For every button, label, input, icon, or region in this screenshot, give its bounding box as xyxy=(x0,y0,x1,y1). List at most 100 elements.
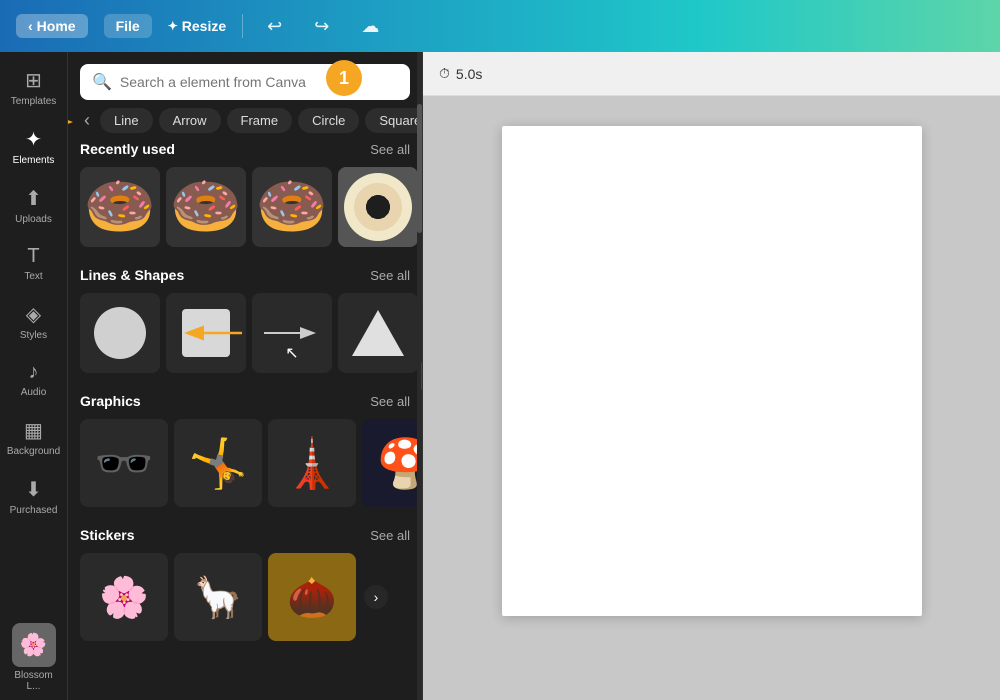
purchased-icon: ⬇ xyxy=(25,477,42,502)
chips-prev-button[interactable]: ‹ xyxy=(80,110,94,131)
sidebar-item-uploads[interactable]: ⬆ Uploads xyxy=(4,178,64,233)
sidebar-label-elements: Elements xyxy=(13,155,55,166)
canvas-page[interactable] xyxy=(502,126,922,616)
shape-circle[interactable] xyxy=(80,293,160,373)
uploads-icon: ⬆ xyxy=(25,186,42,211)
sticker-item-3[interactable]: 🌰 xyxy=(268,553,356,641)
cursor-icon: ↖ xyxy=(285,343,298,363)
shape-arrow[interactable]: ↖ xyxy=(252,293,332,373)
sidebar-item-styles[interactable]: ◈ Styles xyxy=(4,294,64,349)
sidebar-item-purchased[interactable]: ⬇ Purchased xyxy=(4,469,64,524)
search-icon: 🔍 xyxy=(92,72,112,92)
recently-used-item-1[interactable]: 🍩 xyxy=(80,167,160,247)
chip-arrow[interactable]: Arrow xyxy=(159,108,221,133)
recently-used-item-2[interactable]: 🍩 xyxy=(166,167,246,247)
donut-3-emoji: 🍩 xyxy=(256,178,328,236)
donut-2-emoji: 🍩 xyxy=(170,178,242,236)
recently-used-see-all[interactable]: See all xyxy=(370,142,410,157)
sidebar-label-uploads: Uploads xyxy=(15,214,52,225)
circle-visual xyxy=(94,307,146,359)
resize-icon: ✦ xyxy=(168,19,178,33)
undo-button[interactable]: ↩ xyxy=(259,12,290,41)
redo-button[interactable]: ↪ xyxy=(306,12,337,41)
canvas-area: ⏱ 5.0s xyxy=(423,52,1000,700)
templates-icon: ⊞ xyxy=(25,68,42,93)
chevron-left-icon: ‹ xyxy=(28,18,33,34)
sidebar-item-templates[interactable]: ⊞ Templates xyxy=(4,60,64,115)
styles-icon: ◈ xyxy=(26,302,41,327)
donut-4-shape xyxy=(344,173,412,241)
canvas-main[interactable] xyxy=(423,96,1000,700)
stickers-see-all[interactable]: See all xyxy=(370,528,410,543)
graphic-item-3[interactable]: 🗼 xyxy=(268,419,356,507)
graphic-1-emoji: 🕶️ xyxy=(94,435,154,492)
graphic-item-4[interactable]: 🍄 xyxy=(362,419,422,507)
sticker-item-2[interactable]: 🦙 xyxy=(174,553,262,641)
sidebar-item-elements[interactable]: ✦ Elements xyxy=(4,119,64,174)
graphic-4-emoji: 🍄 xyxy=(376,435,422,492)
lines-shapes-title: Lines & Shapes xyxy=(80,267,184,283)
sidebar-label-purchased: Purchased xyxy=(10,505,58,516)
sidebar-item-background[interactable]: ▦ Background xyxy=(4,410,64,465)
resize-control: ✦ Resize xyxy=(168,18,226,34)
sidebar-label-templates: Templates xyxy=(11,96,57,107)
graphics-title: Graphics xyxy=(80,393,141,409)
sticker-3-emoji: 🌰 xyxy=(287,574,337,621)
time-value: 5.0s xyxy=(456,66,482,82)
sidebar-item-audio[interactable]: ♪ Audio xyxy=(4,353,64,406)
stickers-grid: 🌸 🦙 🌰 › xyxy=(80,553,410,641)
chip-frame[interactable]: Frame xyxy=(227,108,293,133)
recently-used-item-3[interactable]: 🍩 xyxy=(252,167,332,247)
clock-icon: ⏱ xyxy=(439,65,450,82)
search-bar: 🔍 xyxy=(80,64,410,100)
chip-circle[interactable]: Circle xyxy=(298,108,359,133)
text-icon: T xyxy=(27,245,39,268)
sidebar-label-blossom: Blossom L... xyxy=(8,670,60,692)
home-button[interactable]: ‹ Home xyxy=(16,14,88,38)
chip-line[interactable]: Line xyxy=(100,108,153,133)
sticker-2-emoji: 🦙 xyxy=(193,574,243,621)
sidebar-icons: ⊞ Templates ✦ Elements ⬆ Uploads T Text … xyxy=(0,52,68,700)
sticker-1-emoji: 🌸 xyxy=(99,574,149,621)
section-header-recently-used: Recently used See all xyxy=(80,141,410,157)
arrow-visual xyxy=(262,323,322,343)
section-lines-shapes: Lines & Shapes See all 2 xyxy=(80,267,410,373)
section-recently-used: Recently used See all 🍩 🍩 🍩 xyxy=(80,141,410,247)
lines-shapes-see-all[interactable]: See all xyxy=(370,268,410,283)
section-header-lines-shapes: Lines & Shapes See all xyxy=(80,267,410,283)
search-input[interactable] xyxy=(120,74,398,90)
recently-used-item-4[interactable] xyxy=(338,167,418,247)
topbar-left: ‹ Home File ✦ Resize ↩ ↪ ☁ xyxy=(16,12,387,41)
section-graphics: Graphics See all 🕶️ 🤸 🗼 xyxy=(80,393,410,507)
graphics-see-all[interactable]: See all xyxy=(370,394,410,409)
sticker-item-1[interactable]: 🌸 xyxy=(80,553,168,641)
sidebar-item-text[interactable]: T Text xyxy=(4,237,64,290)
graphics-grid: 🕶️ 🤸 🗼 🍄 › xyxy=(80,419,410,507)
recently-used-grid: 🍩 🍩 🍩 › xyxy=(80,167,410,247)
graphic-3-emoji: 🗼 xyxy=(282,435,342,492)
chip-square[interactable]: Square xyxy=(365,108,422,133)
sidebar-item-blossom[interactable]: 🌸 Blossom L... xyxy=(4,615,64,700)
elements-icon: ✦ xyxy=(25,127,42,152)
scrollbar-thumb[interactable] xyxy=(417,104,422,234)
sidebar-label-styles: Styles xyxy=(20,330,47,341)
graphic-item-1[interactable]: 🕶️ xyxy=(80,419,168,507)
stickers-next[interactable]: › xyxy=(364,585,388,609)
section-header-stickers: Stickers See all xyxy=(80,527,410,543)
donut-1-emoji: 🍩 xyxy=(84,178,156,236)
sidebar-label-audio: Audio xyxy=(21,387,47,398)
triangle-visual xyxy=(352,310,404,356)
graphic-2-emoji: 🤸 xyxy=(188,435,248,492)
background-icon: ▦ xyxy=(24,418,43,443)
sidebar-label-text: Text xyxy=(24,271,42,282)
section-stickers: Stickers See all 🌸 🦙 🌰 › xyxy=(80,527,410,641)
shapes-grid: ↖ › xyxy=(80,293,410,373)
file-button[interactable]: File xyxy=(104,14,152,38)
graphic-item-2[interactable]: 🤸 xyxy=(174,419,262,507)
shape-triangle[interactable] xyxy=(338,293,418,373)
audio-icon: ♪ xyxy=(29,361,39,384)
section-header-graphics: Graphics See all xyxy=(80,393,410,409)
elements-panel: 🔍 1 ‹ Line Arrow Frame Circle Squar xyxy=(68,52,423,700)
cloud-button[interactable]: ☁ xyxy=(353,12,387,41)
sidebar-label-background: Background xyxy=(7,446,60,457)
